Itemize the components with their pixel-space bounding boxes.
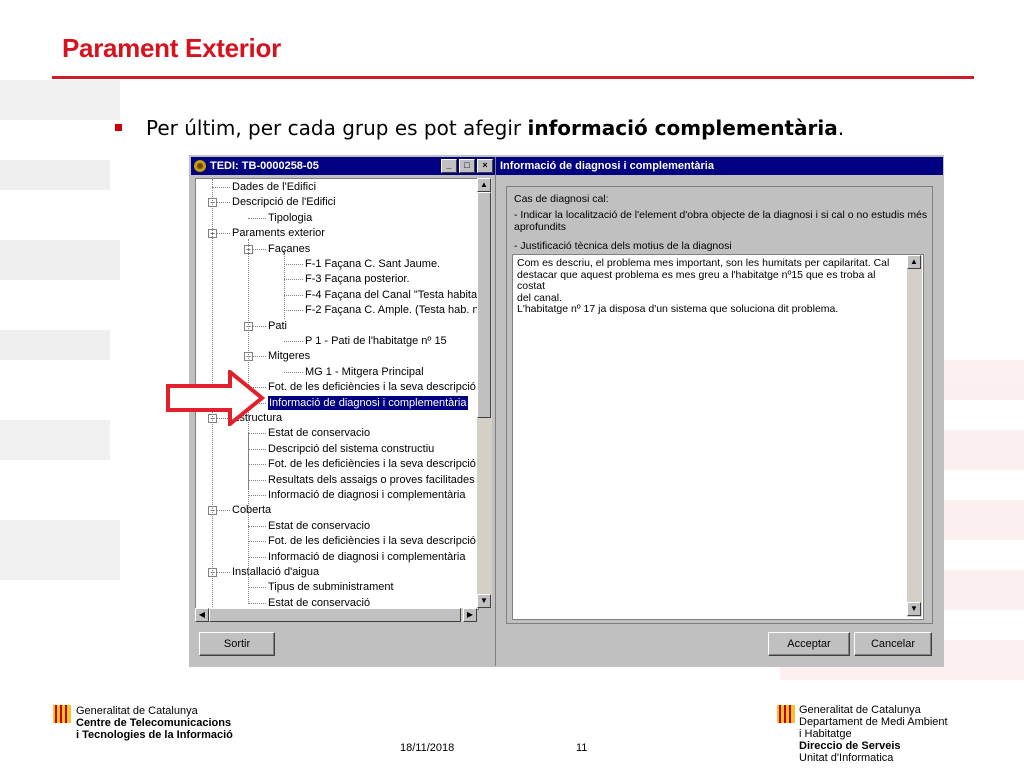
scroll-left-icon[interactable]: ◀: [195, 608, 209, 622]
bullet-text: Per últim, per cada grup es pot afegir i…: [146, 116, 844, 140]
accept-button[interactable]: Acceptar: [768, 632, 850, 656]
tree-item[interactable]: Tipus de subministrament: [268, 580, 394, 594]
exit-button[interactable]: Sortir: [199, 632, 275, 656]
tree-connector: [248, 602, 266, 604]
tree-item[interactable]: F-3 Façana posterior.: [305, 272, 410, 286]
tree-connector: [284, 310, 303, 312]
scroll-thumb[interactable]: [477, 192, 491, 418]
footer-left-line-3: i Tecnologies de la Informació: [76, 729, 233, 741]
tree-connector: [212, 187, 230, 188]
tree-item[interactable]: Coberta: [232, 503, 271, 517]
tree-connector: [248, 479, 266, 481]
tree-item[interactable]: Tipologia: [268, 211, 312, 225]
scroll-up-icon[interactable]: ▲: [477, 178, 491, 192]
tree-connector: [284, 341, 303, 342]
tree-guide-line: [248, 434, 249, 604]
diagnosis-line-2: - Indicar la localització de l'element d…: [514, 209, 928, 221]
bullet-icon: [115, 124, 122, 131]
tree-guide-line: [284, 249, 285, 319]
tree-item[interactable]: MG 1 - Mitgera Principal: [305, 365, 424, 379]
tree-item[interactable]: Informació de diagnosi i complementària: [268, 488, 466, 502]
tree-connector: [248, 541, 266, 543]
tree-item[interactable]: Fot. de les deficiències i la seva descr…: [268, 457, 476, 471]
footer-right-line-3: i Habitatge: [799, 728, 852, 740]
tree-item[interactable]: Descripció de l'Edifici: [232, 195, 336, 209]
bullet-text-suffix: .: [837, 116, 845, 140]
footer-page-number: 11: [576, 742, 588, 754]
tree-item[interactable]: Fot. de les deficiències i la seva descr…: [268, 380, 476, 394]
page-title: Parament Exterior: [62, 33, 281, 63]
tree-item[interactable]: Informació de diagnosi i complementària: [268, 395, 468, 410]
tree-connector: [248, 556, 266, 558]
diagnosis-window-titlebar: Informació de diagnosi i complementària: [496, 157, 943, 175]
tree-horizontal-scrollbar[interactable]: ◀ ▶: [195, 608, 477, 622]
tree-item[interactable]: F-4 Façana del Canal "Testa habitatg: [305, 288, 478, 302]
footer-date: 18/11/2018: [400, 742, 455, 754]
tree-connector: [284, 279, 303, 281]
tree-connector: [248, 495, 266, 496]
generalitat-logo-icon: [53, 705, 71, 723]
tree-item[interactable]: Installació d'aigua: [232, 565, 319, 579]
bullet-text-bold: informació complementària: [527, 116, 838, 140]
tree-item[interactable]: Dades de l'Edifici: [232, 180, 316, 194]
scroll-down-icon[interactable]: ▼: [477, 594, 491, 608]
tree-connector: [248, 217, 266, 219]
tree-connector: [284, 371, 303, 373]
highlight-arrow-icon: [166, 370, 266, 426]
hscroll-thumb[interactable]: [209, 608, 461, 622]
tree-item[interactable]: F-1 Façana C. Sant Jaume.: [305, 257, 440, 271]
tree-item[interactable]: Resultats dels assaigs o proves facilita…: [268, 473, 475, 487]
tree-item[interactable]: Descripció del sistema constructiu: [268, 442, 434, 456]
tree-connector: [248, 433, 266, 435]
diagnosis-window-title: Informació de diagnosi i complementària: [500, 160, 714, 172]
tree-item[interactable]: Pati: [268, 319, 287, 333]
tree-item[interactable]: Estat de conservacio: [268, 426, 370, 440]
tree-item[interactable]: Estat de conservacio: [268, 519, 370, 533]
title-divider: [52, 76, 974, 79]
memo-scrollbar[interactable]: ▲ ▼: [907, 255, 922, 617]
app-icon: [194, 160, 206, 172]
tree-connector: [248, 464, 266, 466]
diagnosis-textarea[interactable]: Com es descriu, el problema mes importan…: [512, 254, 924, 620]
tree-item[interactable]: Informació de diagnosi i complementària: [268, 550, 466, 564]
department-logo-icon: [777, 705, 795, 723]
footer-right-line-1: Generalitat de Catalunya: [799, 704, 921, 716]
maximize-button[interactable]: □: [459, 159, 475, 173]
tree-connector: [284, 264, 303, 265]
tree-connector: [284, 294, 303, 296]
tree-item[interactable]: Mitgeres: [268, 349, 310, 363]
diagnosis-line-3: aprofundits: [514, 221, 566, 233]
diagnosis-line-1: Cas de diagnosi cal:: [514, 193, 609, 205]
tree-item[interactable]: Paraments exterior: [232, 226, 325, 240]
tree-item[interactable]: Fot. de les deficiències i la seva descr…: [268, 534, 476, 548]
diagnosis-text[interactable]: Com es descriu, el problema mes importan…: [517, 257, 899, 316]
tree-vertical-scrollbar[interactable]: ▲ ▼: [477, 178, 492, 608]
tree-window-title: TEDI: TB-0000258-05: [210, 160, 319, 172]
footer-right-line-2: Departament de Medi Ambient: [799, 716, 948, 728]
tree-connector: [248, 448, 266, 450]
footer-left-line-1: Generalitat de Catalunya: [76, 705, 198, 717]
tree-item[interactable]: Façanes: [268, 242, 310, 256]
bullet-text-prefix: Per últim, per cada grup es pot afegir: [146, 116, 528, 140]
memo-scroll-up-icon[interactable]: ▲: [907, 255, 921, 269]
cancel-button[interactable]: Cancelar: [854, 632, 932, 656]
footer-right-line-5: Unitat d'Informatica: [799, 752, 894, 764]
tree-item[interactable]: P 1 - Pati de l'habitatge nº 15: [305, 334, 447, 348]
scroll-right-icon[interactable]: ▶: [463, 608, 477, 622]
tree-connector: [248, 525, 266, 527]
footer-right-line-4: Direccio de Serveis: [799, 740, 901, 752]
close-button[interactable]: ×: [477, 159, 493, 173]
memo-scroll-down-icon[interactable]: ▼: [907, 602, 921, 616]
tree-connector: [248, 587, 266, 589]
footer-left-line-2: Centre de Telecomunicacions: [76, 717, 232, 729]
diagnosis-line-4: - Justificació tècnica dels motius de la…: [514, 240, 732, 252]
tree-item[interactable]: F-2 Façana C. Ample. (Testa hab. nº 1: [305, 303, 478, 317]
minimize-button[interactable]: _: [441, 159, 457, 173]
tree-window-titlebar: TEDI: TB-0000258-05 _ □ ×: [191, 157, 495, 175]
